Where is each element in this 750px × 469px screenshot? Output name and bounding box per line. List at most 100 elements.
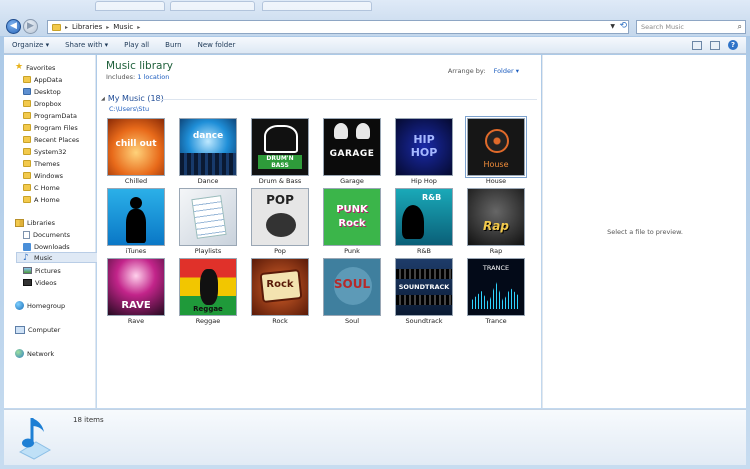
nav-item-dropbox[interactable]: Dropbox: [23, 98, 61, 109]
folder-tile-itunes[interactable]: iTunes: [105, 187, 167, 255]
refresh-icon[interactable]: ⟲: [619, 21, 627, 31]
background-tab: [95, 1, 165, 11]
folder-thumbnail: HIP HOP: [395, 118, 453, 176]
help-icon[interactable]: ?: [728, 40, 738, 50]
folder-tile-hip-hop[interactable]: HIP HOP Hip Hop: [393, 117, 455, 185]
search-icon[interactable]: ⌕: [738, 22, 742, 32]
folder-tile-dance[interactable]: dance Dance: [177, 117, 239, 185]
preview-pane-icon[interactable]: [710, 40, 720, 50]
library-title: Music library: [106, 60, 173, 72]
downloads-icon: [23, 242, 31, 251]
breadcrumb-libraries[interactable]: Libraries: [72, 23, 102, 31]
nav-item-documents[interactable]: Documents: [23, 229, 70, 240]
nav-item-recent-places[interactable]: Recent Places: [23, 134, 79, 145]
folder-thumbnail: GARAGE: [323, 118, 381, 176]
folder-tile-soul[interactable]: SOUL Soul: [321, 257, 383, 325]
nav-libraries[interactable]: Libraries: [15, 217, 55, 228]
nav-item-downloads[interactable]: Downloads: [23, 241, 70, 252]
group-title: My Music (18): [107, 94, 164, 103]
folder-icon: [23, 184, 31, 191]
thumbnail-text: RAVE: [121, 300, 151, 311]
folder-thumbnail: TRANCE: [467, 258, 525, 316]
folder-tile-drum-bass[interactable]: DRUM'N BASS Drum & Bass: [249, 117, 311, 185]
thumbnail-text: Rock: [266, 279, 294, 290]
folder-icon: [23, 196, 31, 203]
folder-label: Rap: [489, 247, 503, 255]
nav-favorites[interactable]: ★ Favorites: [15, 62, 55, 73]
chevron-right-icon[interactable]: ▸: [106, 24, 109, 31]
folder-tile-rock[interactable]: Rock Rock: [249, 257, 311, 325]
folder-icon: [23, 160, 31, 167]
nav-item-programdata[interactable]: ProgramData: [23, 110, 77, 121]
nav-item-program-files[interactable]: Program Files: [23, 122, 78, 133]
nav-item-videos[interactable]: Videos: [23, 277, 57, 288]
nav-item-c-home[interactable]: C Home: [23, 182, 60, 193]
nav-homegroup[interactable]: Homegroup: [15, 300, 65, 311]
file-list: Music library Includes: 1 location Arran…: [97, 55, 541, 408]
view-options-icon[interactable]: [692, 40, 702, 50]
breadcrumb-music[interactable]: Music: [113, 23, 133, 31]
nav-item-music[interactable]: ♪ Music: [16, 252, 98, 263]
videos-icon: [23, 279, 32, 286]
group-header[interactable]: ◢ My Music (18): [101, 94, 164, 103]
nav-item-themes[interactable]: Themes: [23, 158, 60, 169]
folder-path[interactable]: C:\Users\Stu: [109, 105, 149, 113]
search-placeholder: Search Music: [641, 23, 684, 31]
folder-tile-garage[interactable]: GARAGE Garage: [321, 117, 383, 185]
address-bar[interactable]: ▸ Libraries ▸ Music ▸ ▼ ⟲: [47, 20, 629, 34]
folder-tile-rave[interactable]: RAVE Rave: [105, 257, 167, 325]
thumbnail-text: House: [483, 160, 509, 169]
search-input[interactable]: Search Music ⌕: [636, 20, 746, 34]
folder-label: Trance: [485, 317, 507, 325]
thumbnail-text: DRUM'N BASS: [258, 155, 302, 169]
nav-item-pictures[interactable]: Pictures: [23, 265, 61, 276]
music-note-icon: ♪: [23, 252, 29, 263]
nav-computer[interactable]: Computer: [15, 324, 60, 335]
folder-thumbnail: [179, 188, 237, 246]
folder-thumbnail: POP: [251, 188, 309, 246]
folder-thumbnail: [107, 188, 165, 246]
burn-button[interactable]: Burn: [157, 41, 189, 49]
organize-button[interactable]: Organize ▾: [4, 41, 57, 49]
folder-thumbnail: RAVE: [107, 258, 165, 316]
nav-network[interactable]: Network: [15, 348, 54, 359]
folder-tile-pop[interactable]: POP Pop: [249, 187, 311, 255]
share-with-button[interactable]: Share with ▾: [57, 41, 116, 49]
nav-item-desktop[interactable]: Desktop: [23, 86, 61, 97]
thumbnail-text: TRANCE: [482, 264, 510, 272]
arrange-by: Arrange by: Folder ▾: [448, 67, 519, 75]
nav-label: Dropbox: [34, 99, 62, 108]
folder-tile-trance[interactable]: TRANCE Trance: [465, 257, 527, 325]
homegroup-icon: [15, 301, 24, 310]
collapse-icon[interactable]: ◢: [101, 96, 105, 102]
folder-tile-house[interactable]: House House: [465, 116, 527, 185]
arrange-dropdown[interactable]: Folder ▾: [494, 67, 519, 75]
folder-icon: [23, 172, 31, 179]
nav-label: Desktop: [34, 87, 61, 96]
folder-tile-soundtrack[interactable]: SOUNDTRACK Soundtrack: [393, 257, 455, 325]
chevron-down-icon[interactable]: ▼: [610, 23, 615, 30]
folder-label: Rave: [127, 317, 145, 325]
nav-computer-label: Computer: [28, 325, 61, 334]
nav-item-windows[interactable]: Windows: [23, 170, 63, 181]
folder-tile-playlists[interactable]: Playlists: [177, 187, 239, 255]
network-icon: [15, 349, 24, 358]
desktop-icon: [23, 88, 31, 95]
play-all-button[interactable]: Play all: [116, 41, 157, 49]
new-folder-button[interactable]: New folder: [190, 41, 244, 49]
folder-tile-chilled[interactable]: chill out Chilled: [105, 117, 167, 185]
documents-icon: [23, 230, 30, 239]
back-button[interactable]: ◀: [6, 19, 21, 34]
folder-tile-r-b[interactable]: R&B R&B: [393, 187, 455, 255]
includes-locations-link[interactable]: 1 location: [137, 73, 169, 81]
folder-label: Soul: [344, 317, 360, 325]
folder-tile-reggae[interactable]: Reggae Reggae: [177, 257, 239, 325]
nav-item-a-home[interactable]: A Home: [23, 194, 60, 205]
divider: [159, 99, 537, 100]
chevron-right-icon[interactable]: ▸: [137, 24, 140, 31]
forward-button[interactable]: ▶: [23, 19, 38, 34]
nav-item-appdata[interactable]: AppData: [23, 74, 62, 85]
folder-tile-punk[interactable]: PUNK Rock Punk: [321, 187, 383, 255]
nav-item-system32[interactable]: System32: [23, 146, 67, 157]
folder-tile-rap[interactable]: Rap Rap: [465, 187, 527, 255]
